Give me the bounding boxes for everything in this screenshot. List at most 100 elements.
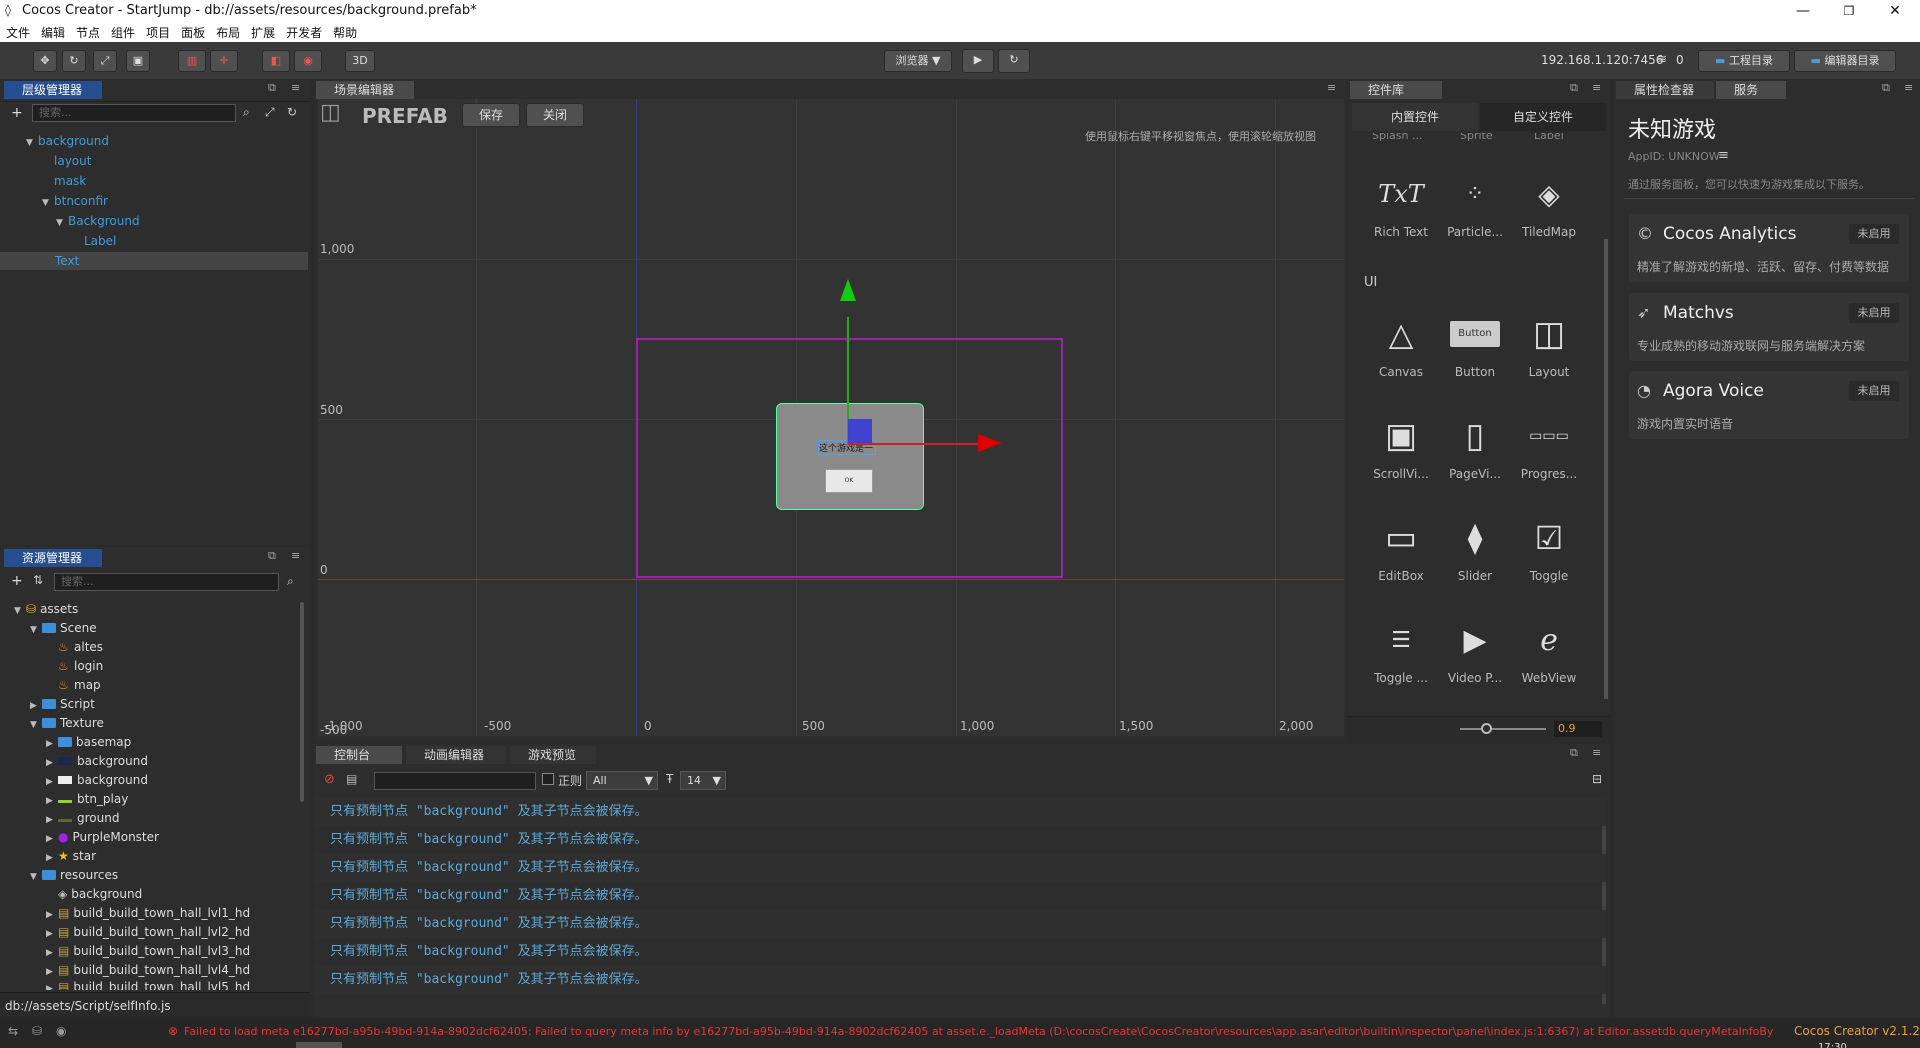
widget-editbox[interactable]: ▭ EditBox: [1364, 513, 1438, 583]
expand-all-icon[interactable]: ⤢: [265, 105, 275, 120]
asset-item[interactable]: ♨ altes: [46, 638, 103, 657]
scene-viewport[interactable]: 1,000 500 0 -500 -1,000 -500 0 500 1,000…: [318, 99, 1344, 736]
service-matchvs[interactable]: ➶ Matchvs 未启用 专业成熟的移动游戏联网与服务端解决方案: [1629, 293, 1909, 361]
add-node-icon[interactable]: +: [11, 105, 23, 121]
sort-icon[interactable]: ⇅: [33, 573, 43, 587]
tree-node[interactable]: ▼ btnconfir: [42, 192, 108, 210]
tab-game-preview[interactable]: 游戏预览: [510, 746, 596, 764]
widget-videoplayer[interactable]: ▶ Video P...: [1438, 615, 1512, 686]
panel-popout-icon[interactable]: ⧉: [1570, 81, 1578, 95]
asset-item[interactable]: ▶ basemap: [46, 733, 131, 752]
widget-tiledmap[interactable]: ◈ TiledMap: [1512, 169, 1586, 240]
toggle-3d-button[interactable]: 3D: [345, 50, 375, 72]
panel-menu-icon[interactable]: ≡: [291, 549, 300, 562]
asset-item[interactable]: ▶ ▤ build_build_town_hall_lvl3_hd: [46, 942, 250, 961]
asset-item[interactable]: ▼ Scene: [30, 619, 97, 638]
tab-inspector[interactable]: 属性检查器: [1616, 81, 1714, 99]
minimize-button[interactable]: —: [1780, 0, 1826, 22]
menu-layout[interactable]: 布局: [210, 22, 245, 41]
eye-icon[interactable]: ◉: [56, 1024, 66, 1038]
asset-item[interactable]: ▼ resources: [30, 866, 118, 885]
panel-popout-icon[interactable]: ⧉: [1570, 746, 1578, 760]
panel-menu-icon[interactable]: ≡: [1327, 81, 1336, 94]
widget-button[interactable]: Button Button: [1438, 309, 1512, 379]
font-size-select[interactable]: 14 ▼: [680, 771, 726, 790]
snap-icon[interactable]: ◧: [262, 50, 290, 72]
tab-widget-library[interactable]: 控件库: [1350, 81, 1442, 99]
debug-icon[interactable]: ◉: [294, 50, 322, 72]
center-gizmo-handle[interactable]: [848, 419, 872, 443]
add-asset-icon[interactable]: +: [11, 573, 23, 589]
menu-node[interactable]: 节点: [70, 22, 105, 41]
asset-item[interactable]: ♨ map: [46, 676, 101, 695]
hierarchy-search-input[interactable]: 搜索...: [32, 104, 236, 122]
collapse-icon[interactable]: ⊟: [1592, 772, 1602, 786]
scale-tool-icon[interactable]: ⤢: [93, 50, 117, 72]
clear-console-icon[interactable]: ⊘: [324, 772, 335, 787]
panel-popout-icon[interactable]: ⧉: [1882, 81, 1890, 95]
panel-menu-icon[interactable]: ≡: [1592, 746, 1601, 759]
log-level-select[interactable]: All ▼: [586, 771, 658, 790]
menu-project[interactable]: 项目: [140, 22, 175, 41]
zoom-slider-handle[interactable]: [1481, 723, 1492, 734]
panel-menu-icon[interactable]: ≡: [1592, 81, 1601, 94]
asset-item[interactable]: ▼ ⛁ assets: [14, 600, 78, 619]
tree-node-selected[interactable]: Text: [0, 252, 308, 270]
widgets-scrollbar[interactable]: [1604, 239, 1608, 699]
browser-select[interactable]: 浏览器 ▼: [884, 50, 952, 72]
menu-icon[interactable]: ≡: [1718, 148, 1729, 163]
asset-item[interactable]: ▶ background: [46, 752, 148, 771]
tab-console[interactable]: 控制台: [316, 746, 402, 764]
zoom-slider-track[interactable]: [1460, 728, 1546, 730]
tab-hierarchy[interactable]: 层级管理器: [4, 81, 102, 99]
rotate-tool-icon[interactable]: ↻: [62, 50, 86, 72]
local-icon[interactable]: ✛: [210, 50, 238, 72]
rect-tool-icon[interactable]: ▣: [126, 50, 150, 72]
asset-item[interactable]: ▶ Script: [30, 695, 95, 714]
widget-slider[interactable]: ⧫ Slider: [1438, 513, 1512, 584]
editor-dir-button[interactable]: ▬ 编辑器目录: [1794, 50, 1896, 72]
search-icon[interactable]: ⌕: [287, 574, 294, 589]
confirm-button-node[interactable]: OK: [825, 469, 873, 493]
asset-item[interactable]: ▶ ▤ build_build_town_hall_lvl5_hd: [46, 978, 250, 990]
panel-popout-icon[interactable]: ⧉: [268, 81, 276, 95]
pivot-icon[interactable]: ▥: [178, 50, 206, 72]
project-dir-button[interactable]: ▬ 工程目录: [1698, 50, 1790, 72]
widget-canvas[interactable]: △ Canvas: [1364, 309, 1438, 379]
tab-service[interactable]: 服务: [1716, 81, 1786, 99]
panel-menu-icon[interactable]: ≡: [291, 81, 300, 94]
asset-item[interactable]: ▶ background: [46, 771, 148, 790]
open-log-icon[interactable]: ▤: [346, 772, 357, 786]
service-status-badge[interactable]: 未启用: [1849, 381, 1899, 401]
asset-item[interactable]: ▼ Texture: [30, 714, 104, 733]
service-cocos-analytics[interactable]: © Cocos Analytics 未启用 精准了解游戏的新增、活跃、留存、付费…: [1629, 214, 1909, 282]
refresh-icon[interactable]: ↻: [287, 105, 297, 119]
move-tool-icon[interactable]: ✥: [33, 50, 57, 72]
tree-node[interactable]: layout: [42, 152, 91, 170]
search-icon[interactable]: ⌕: [243, 105, 250, 120]
maximize-button[interactable]: ❐: [1826, 0, 1872, 22]
menu-edit[interactable]: 编辑: [35, 22, 70, 41]
service-agora-voice[interactable]: ◔ Agora Voice 未启用 游戏内置实时语音: [1629, 371, 1909, 439]
asset-item[interactable]: ▶ ground: [46, 809, 119, 828]
db-icon[interactable]: ⛁: [32, 1024, 42, 1038]
tree-node[interactable]: ▼ background: [26, 132, 109, 150]
menu-file[interactable]: 文件: [0, 22, 35, 41]
panel-menu-icon[interactable]: ≡: [1904, 81, 1913, 94]
asset-item[interactable]: ▶ ▤ build_build_town_hall_lvl2_hd: [46, 923, 250, 942]
tab-assets[interactable]: 资源管理器: [4, 549, 102, 567]
service-status-badge[interactable]: 未启用: [1849, 303, 1899, 323]
asset-item[interactable]: ▶ btn_play: [46, 790, 128, 809]
menu-developer[interactable]: 开发者: [280, 22, 327, 41]
save-prefab-button[interactable]: 保存: [462, 103, 520, 127]
widget-scrollview[interactable]: ▣ ScrollVi...: [1364, 411, 1438, 481]
widget-webview[interactable]: ℯ WebView: [1512, 615, 1586, 686]
widget-progressbar[interactable]: ▭▭▭ Progres...: [1512, 411, 1586, 481]
menu-panel[interactable]: 面板: [175, 22, 210, 41]
refresh-icon[interactable]: ↻: [998, 49, 1030, 73]
assets-search-input[interactable]: 搜索...: [54, 573, 279, 591]
tree-node[interactable]: Label: [72, 232, 116, 250]
widget-particle[interactable]: ⁘ Particle...: [1438, 169, 1512, 240]
play-icon[interactable]: ▶: [962, 49, 994, 73]
widget-toggle[interactable]: ☑ Toggle: [1512, 513, 1586, 583]
